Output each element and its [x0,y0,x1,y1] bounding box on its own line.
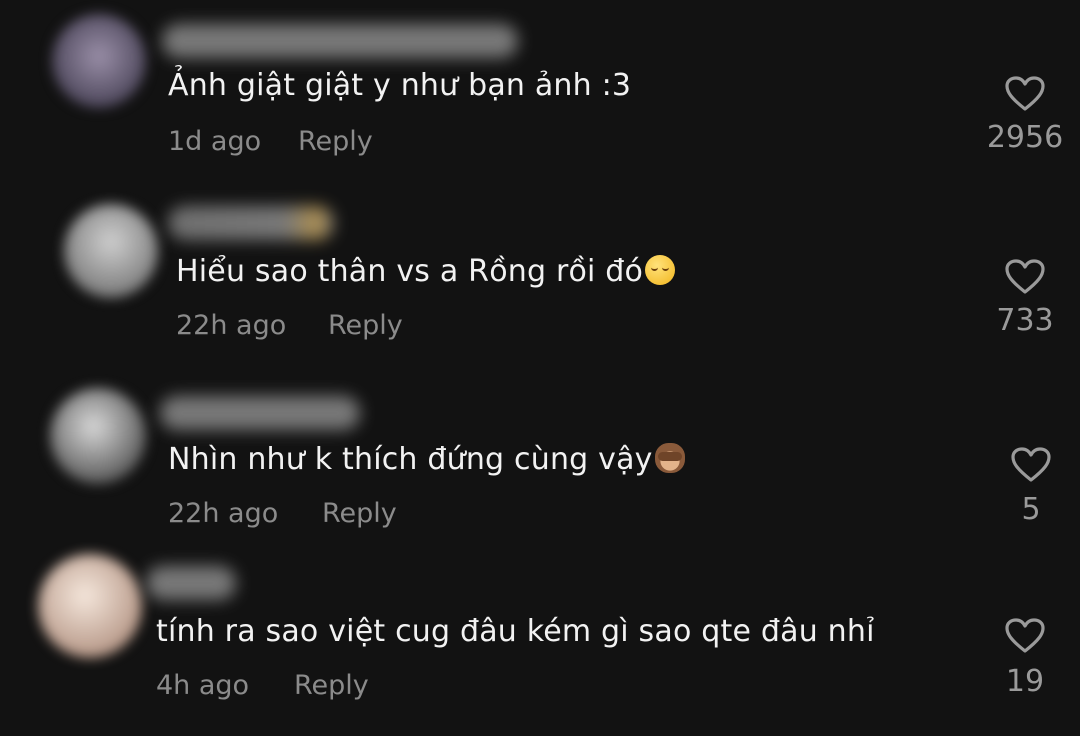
avatar[interactable] [38,554,142,658]
like-count: 2956 [986,120,1064,155]
heart-outline-icon[interactable] [1011,447,1051,483]
reply-button[interactable]: Reply [298,126,373,158]
username-blurred[interactable] [146,566,236,600]
comment-item: Nhìn như k thích đứng cùng vậy 22h ago R… [0,370,1080,544]
comment-text: Ảnh giật giật y như bạn ảnh :3 [168,68,631,104]
comment-timestamp: 22h ago [168,498,279,529]
username-blurred[interactable] [168,206,334,240]
comment-item: tính ra sao việt cug đâu kém gì sao qte … [0,544,1080,736]
username-blurred[interactable] [162,24,518,58]
comment-text: Nhìn như k thích đứng cùng vậy [168,442,685,478]
heart-outline-icon[interactable] [1005,618,1045,654]
heart-outline-icon[interactable] [1005,259,1045,295]
comment-timestamp: 22h ago [176,310,287,341]
avatar[interactable] [52,14,146,108]
reply-button[interactable]: Reply [328,310,403,342]
like-count: 5 [1021,492,1041,527]
comment-text: tính ra sao việt cug đâu kém gì sao qte … [156,614,875,650]
username-blurred[interactable] [160,396,360,430]
comment-timestamp: 4h ago [156,670,250,701]
comment-timestamp: 1d ago [168,126,262,157]
reply-button[interactable]: Reply [322,498,397,530]
comment-text-content: Ảnh giật giật y như bạn ảnh :3 [168,68,632,103]
reply-button[interactable]: Reply [294,670,369,702]
heart-outline-icon[interactable] [1005,76,1045,112]
comment-text: Hiểu sao thân vs a Rồng rồi đó [176,254,676,290]
comment-item: Hiểu sao thân vs a Rồng rồi đó 22h ago R… [0,184,1080,370]
comment-text-content: tính ra sao việt cug đâu kém gì sao qte … [156,614,875,649]
like-count: 19 [1005,664,1045,699]
comment-text-content: Hiểu sao thân vs a Rồng rồi đó [176,254,644,289]
avatar[interactable] [50,388,146,484]
comment-item: Ảnh giật giật y như bạn ảnh :3 1d ago Re… [0,0,1080,184]
avatar[interactable] [64,204,158,298]
relieved-face-emoji [645,255,676,285]
see-no-evil-monkey-emoji [654,443,685,473]
like-count: 733 [996,303,1054,338]
comment-text-content: Nhìn như k thích đứng cùng vậy [168,442,653,477]
